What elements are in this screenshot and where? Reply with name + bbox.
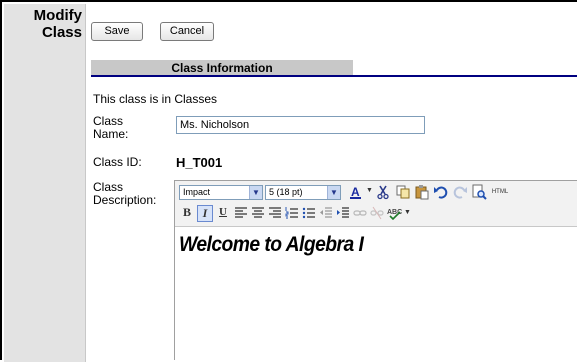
indent-icon[interactable] [336, 206, 350, 220]
class-location-text: This class is in Classes [93, 92, 218, 106]
editor-content[interactable]: Welcome to Algebra I [179, 233, 364, 257]
bold-icon[interactable]: B [180, 205, 194, 221]
italic-icon[interactable]: I [197, 205, 213, 222]
chevron-down-icon: ▼ [249, 186, 262, 199]
editor-toolbar: Impact ▼ 5 (18 pt) ▼ A ▼ HTML B I U ABC … [175, 181, 577, 227]
align-right-icon[interactable] [268, 206, 282, 220]
rich-text-editor[interactable]: Impact ▼ 5 (18 pt) ▼ A ▼ HTML B I U ABC … [174, 180, 577, 360]
unordered-list-icon[interactable] [302, 206, 316, 220]
save-button[interactable]: Save [91, 22, 143, 41]
font-size-select[interactable]: 5 (18 pt) ▼ [265, 185, 341, 200]
html-button-label: HTML [491, 189, 509, 195]
html-icon[interactable]: HTML [489, 186, 511, 198]
page-title: Modify Class [33, 7, 82, 41]
svg-text:A: A [351, 185, 360, 199]
class-id-label: Class ID: [93, 155, 142, 169]
chevron-down-icon: ▼ [327, 186, 340, 199]
font-family-select[interactable]: Impact ▼ [179, 185, 263, 200]
preview-icon[interactable] [471, 184, 487, 200]
ordered-list-icon[interactable] [285, 206, 299, 220]
font-family-value: Impact [183, 187, 211, 197]
section-divider [91, 75, 577, 77]
italic-label: I [202, 206, 208, 220]
redo-icon[interactable] [452, 184, 468, 200]
class-id-value: H_T001 [176, 155, 223, 170]
outdent-icon[interactable] [319, 206, 333, 220]
cut-icon[interactable] [375, 184, 391, 200]
bold-label: B [182, 205, 191, 219]
align-center-icon[interactable] [251, 206, 265, 220]
cancel-button[interactable]: Cancel [160, 22, 214, 41]
class-description-label: Class Description: [93, 180, 157, 207]
unlink-icon[interactable] [370, 206, 384, 220]
class-name-input[interactable] [176, 116, 425, 134]
undo-icon[interactable] [433, 184, 449, 200]
class-name-label: Class Name: [93, 114, 129, 141]
align-left-icon[interactable] [234, 206, 248, 220]
underline-label: U [219, 206, 227, 218]
underline-icon[interactable]: U [216, 205, 230, 221]
chevron-down-icon[interactable]: ▼ [366, 184, 373, 200]
spellcheck-icon[interactable]: ABC [387, 206, 403, 221]
copy-icon[interactable] [395, 184, 411, 200]
font-color-icon[interactable]: A [347, 184, 365, 200]
font-size-value: 5 (18 pt) [269, 187, 303, 197]
chevron-down-icon[interactable]: ▼ [404, 206, 411, 220]
section-header: Class Information [91, 60, 353, 76]
sidebar: Modify Class [4, 4, 86, 362]
paste-icon[interactable] [414, 184, 430, 200]
link-icon[interactable] [353, 206, 367, 220]
